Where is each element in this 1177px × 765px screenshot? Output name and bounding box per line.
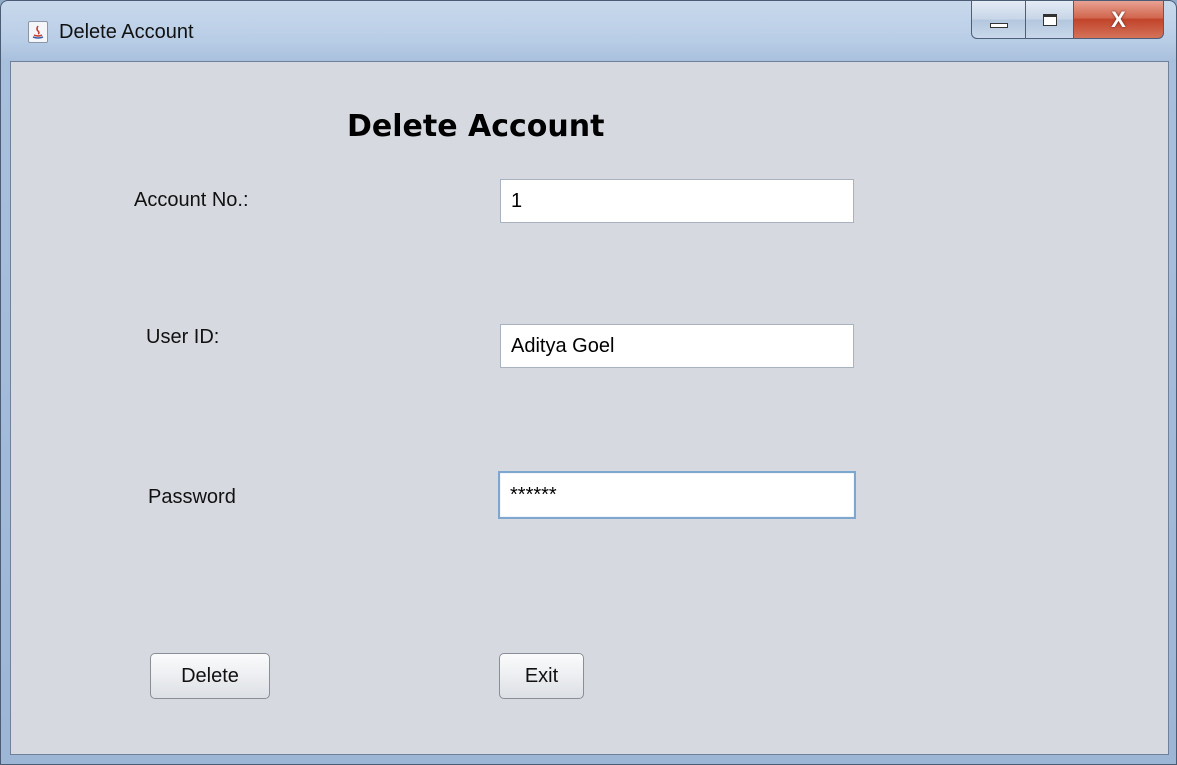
account-no-label: Account No.: — [134, 189, 249, 211]
app-window: Delete Account X Delete Account Account … — [0, 0, 1177, 765]
page-title: Delete Account — [347, 109, 605, 144]
user-id-field[interactable] — [500, 324, 854, 368]
exit-button[interactable]: Exit — [499, 653, 584, 699]
account-no-field[interactable] — [500, 179, 854, 223]
minimize-icon — [989, 23, 1008, 28]
close-icon: X — [1111, 6, 1126, 32]
window-controls: X — [971, 1, 1164, 41]
form-panel: Delete Account Account No.: User ID: Pas… — [10, 61, 1169, 755]
window-title: Delete Account — [59, 21, 194, 43]
minimize-button[interactable] — [971, 1, 1026, 39]
close-button[interactable]: X — [1074, 1, 1164, 39]
password-field[interactable] — [498, 471, 856, 519]
maximize-button[interactable] — [1026, 1, 1074, 39]
maximize-icon — [1042, 13, 1057, 26]
user-id-label: User ID: — [146, 326, 220, 348]
delete-button[interactable]: Delete — [150, 653, 270, 699]
title-bar[interactable]: Delete Account X — [1, 1, 1176, 61]
password-label: Password — [148, 486, 236, 508]
java-icon[interactable] — [28, 21, 48, 43]
